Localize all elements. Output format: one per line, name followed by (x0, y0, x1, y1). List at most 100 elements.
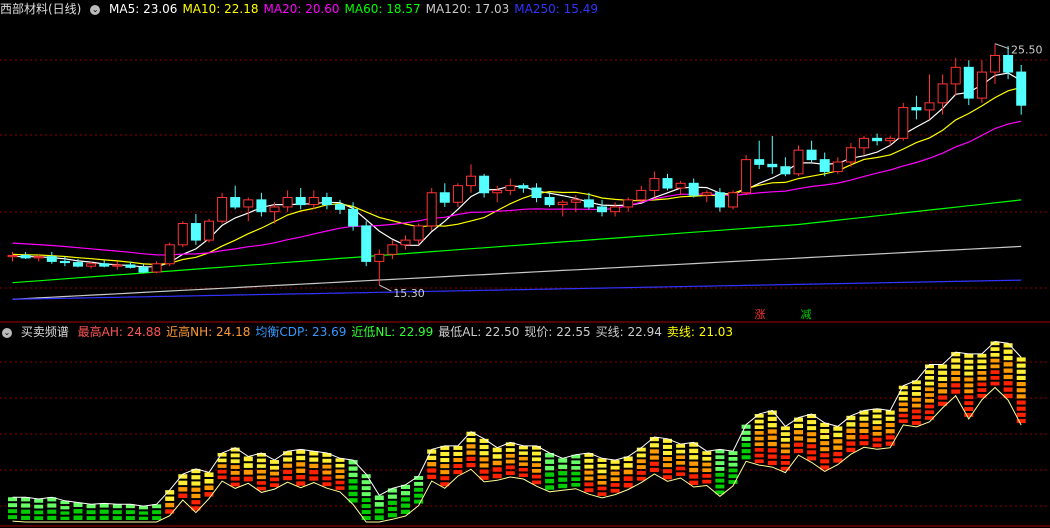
spectrum-bar-17-1 (230, 453, 240, 458)
candle-body-23 (308, 197, 319, 206)
candle-body-61 (806, 149, 817, 161)
candle-body-44 (583, 199, 594, 208)
spectrum-bar-32-4 (427, 474, 437, 480)
spectrum-bar-66-3 (872, 426, 882, 430)
spectrum-bar-14-3 (191, 487, 201, 492)
spectrum-bar-27-2 (361, 486, 371, 491)
spectrum-bar-20-3 (270, 477, 279, 482)
spectrum-bar-40-6 (532, 480, 541, 485)
candle-body-46 (610, 206, 621, 213)
spectrum-bar-75-2 (990, 352, 1000, 357)
spectrum-bar-53-1 (702, 456, 712, 461)
spectrum-bar-40-2 (532, 457, 541, 462)
spectrum-bar-25-4 (335, 480, 345, 485)
spectrum-bar-68-4 (898, 408, 908, 412)
spectrum-bar-53-5 (702, 479, 712, 484)
candle-body-6 (86, 263, 97, 267)
spectrum-bar-61-1 (807, 420, 817, 425)
spectrum-bar-4-2 (60, 511, 70, 515)
spectrum-bar-4-3 (60, 516, 70, 520)
spectrum-bar-74-4 (977, 376, 987, 381)
spectrum-bar-10-1 (139, 511, 148, 515)
spectrum-bar-48-4 (636, 470, 646, 475)
spectrum-bar-36-4 (479, 463, 489, 468)
spectrum-bar-21-1 (283, 457, 293, 462)
spectrum-bar-66-4 (872, 431, 882, 436)
spectrum-bar-27-1 (361, 480, 371, 485)
spectrum-bar-76-5 (1003, 374, 1013, 380)
spectrum-bar-73-0 (964, 353, 974, 358)
spectrum-bar-76-1 (1003, 349, 1013, 354)
spectrum-bar-42-1 (558, 464, 568, 470)
spectrum-bar-14-5 (191, 500, 201, 505)
spectrum-bar-2-2 (34, 510, 44, 515)
spectrum-bar-9-1 (125, 510, 135, 515)
spectrum-bar-19-3 (256, 469, 266, 474)
spectrum-bar-48-3 (636, 465, 646, 469)
spectrum-bar-40-3 (532, 463, 541, 467)
spectrum-bar-76-6 (1003, 381, 1013, 386)
candle-body-63 (832, 161, 843, 172)
candle-body-52 (688, 182, 699, 196)
spectrum-bar-75-3 (990, 358, 1000, 363)
spectrum-bar-69-1 (911, 386, 921, 391)
spectrum-bar-72-5 (951, 383, 961, 388)
spectrum-bar-63-1 (833, 432, 843, 438)
panel-toggle-icon-bottom[interactable]: ⌄ (2, 327, 12, 338)
spectrum-bar-30-1 (401, 491, 410, 496)
spectrum-bar-58-7 (767, 454, 777, 459)
candle-body-25 (335, 204, 345, 210)
spectrum-bar-13-1 (178, 480, 188, 486)
spectrum-legend-4: 最低AL: 22.50 (438, 325, 520, 339)
spectrum-bar-75-7 (990, 381, 1000, 386)
spectrum-bar-52-4 (689, 467, 699, 473)
spectrum-bar-39-1 (518, 451, 528, 455)
spectrum-legend-0: 最高AH: 24.88 (77, 325, 162, 339)
spectrum-bar-13-3 (178, 493, 188, 498)
spectrum-bar-3-3 (47, 515, 57, 520)
spectrum-bar-68-5 (898, 413, 908, 418)
spectrum-bar-29-1 (387, 494, 397, 499)
spectrum-bar-54-6 (715, 484, 725, 489)
spectrum-bar-66-2 (872, 420, 882, 425)
spectrum-bar-9-2 (125, 516, 135, 520)
spectrum-bar-24-0 (322, 452, 332, 457)
candle-body-70 (924, 102, 935, 111)
spectrum-bar-73-3 (964, 371, 974, 376)
spectrum-bar-77-1 (1016, 363, 1026, 368)
top-panel-title: 西部材料(日线) (0, 2, 82, 16)
spectrum-bar-59-5 (780, 455, 790, 460)
spectrum-bar-2-1 (34, 504, 44, 509)
spectrum-bar-44-4 (584, 476, 594, 481)
panel-toggle-icon[interactable]: ⌄ (90, 4, 101, 15)
spectrum-bar-36-3 (479, 457, 489, 462)
spectrum-bar-56-5 (741, 455, 751, 460)
spectrum-legend-6: 买线: 22.94 (595, 325, 662, 339)
spectrum-bar-37-2 (492, 460, 502, 466)
high-marker-arrow (994, 43, 1010, 50)
spectrum-bar-64-3 (846, 434, 856, 440)
spectrum-bar-49-2 (649, 449, 659, 454)
spectrum-bar-75-6 (990, 375, 1000, 380)
spectrum-bar-40-5 (532, 474, 541, 479)
spectrum-bar-70-5 (925, 393, 934, 397)
spectrum-bar-75-4 (990, 364, 1000, 369)
spectrum-bar-51-3 (676, 461, 686, 465)
spectrum-bar-61-2 (807, 426, 817, 431)
spectrum-bar-49-1 (649, 443, 659, 448)
spectrum-bar-41-4 (545, 478, 555, 484)
candle-body-21 (282, 197, 293, 208)
candle-body-20 (269, 206, 280, 213)
candle-body-31 (413, 225, 424, 241)
high-marker-label: 25.50 (1011, 44, 1043, 57)
spectrum-bar-77-4 (1016, 382, 1026, 387)
spectrum-bar-63-3 (833, 445, 843, 450)
spectrum-bar-71-2 (938, 376, 948, 382)
candle-body-68 (898, 107, 909, 139)
candle-body-47 (623, 199, 634, 208)
spectrum-bar-62-6 (820, 459, 830, 464)
candle-body-2 (33, 256, 44, 259)
spectrum-bar-31-3 (414, 493, 424, 498)
spectrum-bar-6-0 (86, 504, 96, 509)
spectrum-bar-64-4 (846, 441, 856, 446)
